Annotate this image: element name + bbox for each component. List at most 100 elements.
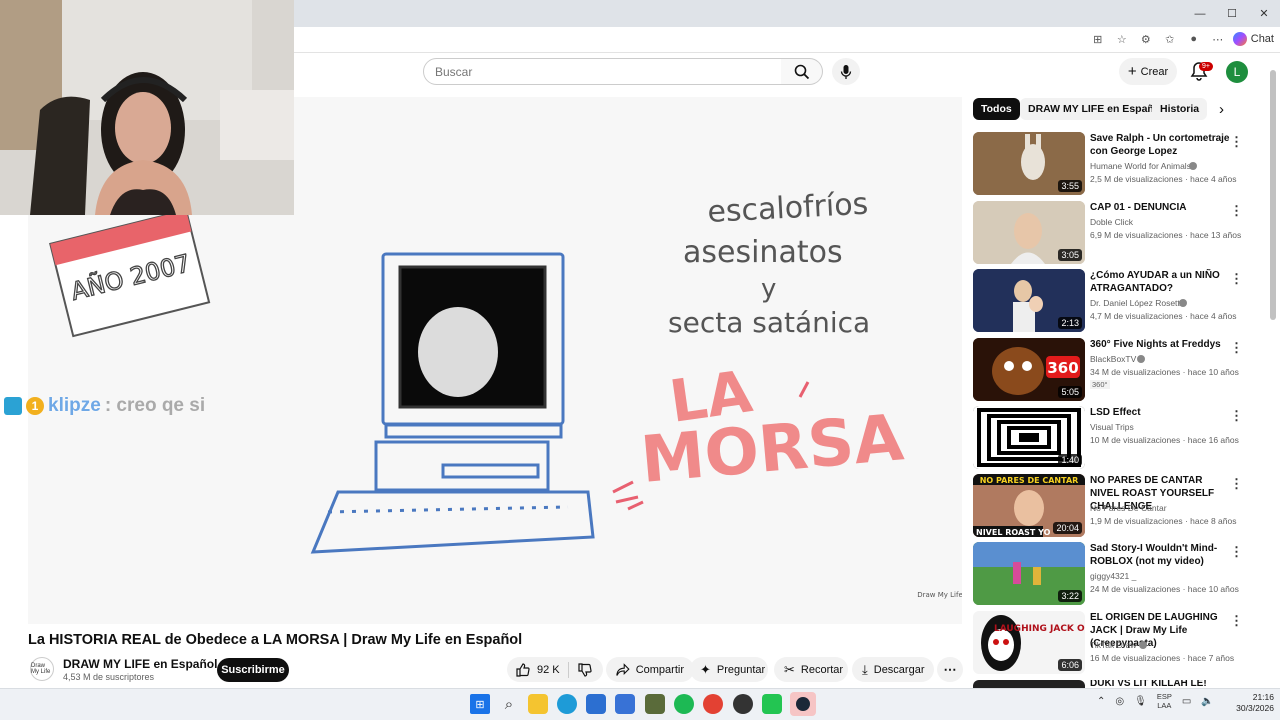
- channel-name[interactable]: giggy4321 _: [1090, 571, 1136, 581]
- chat-message: : creo qe si: [104, 395, 206, 416]
- notifications-badge: 9+: [1199, 62, 1213, 71]
- favorite-star-icon[interactable]: ☆: [1113, 30, 1131, 48]
- outlook-icon[interactable]: [615, 694, 635, 714]
- like-button[interactable]: 92 K: [515, 662, 560, 678]
- extensions-icon[interactable]: ⚙: [1137, 30, 1155, 48]
- obs-icon[interactable]: [733, 694, 753, 714]
- recommendation-item[interactable]: 3:22 Sad Story-I Wouldn't Mind-ROBLOX (n…: [973, 542, 1247, 606]
- green-app-icon[interactable]: [762, 694, 782, 714]
- recommendation-item[interactable]: 3:55 Save Ralph - Un cortometraje con Ge…: [973, 132, 1247, 196]
- file-explorer-icon[interactable]: [528, 694, 548, 714]
- game-app-icon[interactable]: [645, 694, 665, 714]
- channel-name[interactable]: Visual Trips: [1090, 422, 1134, 432]
- duration-badge: 6:06: [1058, 659, 1082, 671]
- steam-icon[interactable]: [790, 692, 816, 716]
- verified-icon: [1139, 641, 1147, 649]
- channel-avatar[interactable]: Draw My Life: [30, 657, 54, 681]
- search-button[interactable]: [781, 58, 823, 85]
- video-thumbnail[interactable]: 360 5:05: [973, 338, 1085, 401]
- minimize-button[interactable]: —: [1184, 0, 1216, 27]
- thumbs-down-icon[interactable]: [577, 662, 593, 678]
- channel-name[interactable]: No Pares De Cantar: [1090, 503, 1167, 513]
- recommendation-item[interactable]: 2:13 ¿Cómo AYUDAR a un NIÑO ATRAGANTADO?…: [973, 269, 1247, 333]
- taskbar-clock[interactable]: 21:16 30/3/2026: [1224, 692, 1274, 714]
- partial-video-title[interactable]: DUKI VS LIT KILLAH LE!: [1090, 680, 1207, 688]
- svg-text:NO PARES DE CANTAR: NO PARES DE CANTAR: [980, 476, 1079, 485]
- scrollbar-thumb[interactable]: [1270, 70, 1276, 320]
- handwriting-line2: asesinatos: [683, 235, 843, 270]
- clip-button[interactable]: ✂ Recortar: [774, 657, 848, 682]
- video-title: La HISTORIA REAL de Obedece a LA MORSA |…: [28, 632, 523, 648]
- more-vert-icon[interactable]: ⋮: [1230, 408, 1243, 424]
- channel-name[interactable]: Humane World for Animals: [1090, 161, 1191, 171]
- split-screen-icon[interactable]: ⊞: [1089, 30, 1107, 48]
- video-thumbnail[interactable]: 2:13: [973, 269, 1085, 332]
- video-thumbnail[interactable]: LAUGHING JACK ORIGEN 6:06: [973, 611, 1085, 674]
- video-thumbnail[interactable]: 3:22: [973, 542, 1085, 605]
- more-actions-button[interactable]: ⋯: [937, 657, 963, 682]
- recommendation-item[interactable]: 360 5:05 360° Five Nights at Freddys Bla…: [973, 338, 1247, 402]
- video-title[interactable]: ¿Cómo AYUDAR a un NIÑO ATRAGANTADO?: [1090, 269, 1230, 295]
- more-vert-icon[interactable]: ⋮: [1230, 134, 1243, 150]
- more-vert-icon[interactable]: ⋮: [1230, 203, 1243, 219]
- recommendation-item[interactable]: 3:05 CAP 01 - DENUNCIA Doble Click 6,9 M…: [973, 201, 1247, 265]
- profile-icon[interactable]: ●: [1185, 30, 1203, 48]
- more-vert-icon[interactable]: ⋮: [1230, 544, 1243, 560]
- share-button[interactable]: Compartir: [606, 657, 694, 682]
- channel-name[interactable]: Dr. Daniel López Rosetti: [1090, 298, 1182, 308]
- maximize-button[interactable]: ☐: [1216, 0, 1248, 27]
- verified-icon: [1179, 299, 1187, 307]
- microphone-tray-icon[interactable]: 🎙: [1134, 696, 1147, 707]
- video-title[interactable]: 360° Five Nights at Freddys: [1090, 338, 1230, 351]
- more-vert-icon[interactable]: ⋮: [1230, 271, 1243, 287]
- video-thumbnail[interactable]: 3:55: [973, 132, 1085, 195]
- more-options-icon[interactable]: ⋯: [1209, 30, 1227, 48]
- spotify-icon[interactable]: [674, 694, 694, 714]
- video-thumbnail[interactable]: NO PARES DE CANTAR NIVEL ROAST YO 20:04: [973, 474, 1085, 537]
- edge-browser-icon[interactable]: [557, 694, 577, 714]
- language-indicator[interactable]: ESP LAA: [1157, 692, 1172, 710]
- search-input[interactable]: Buscar: [423, 58, 782, 85]
- windows-start-icon[interactable]: ⊞: [470, 694, 490, 714]
- download-button[interactable]: ⤓ Descargar: [852, 657, 934, 682]
- video-thumbnail[interactable]: 3:05: [973, 201, 1085, 264]
- chevron-up-icon[interactable]: ⌃: [1097, 696, 1105, 707]
- video-title[interactable]: Sad Story-I Wouldn't Mind-ROBLOX (not my…: [1090, 542, 1230, 568]
- avatar[interactable]: L: [1226, 61, 1248, 83]
- more-icon: ⋯: [943, 661, 957, 677]
- ask-button[interactable]: ✦ Preguntar: [690, 657, 768, 682]
- volume-icon[interactable]: 🔈: [1201, 696, 1213, 707]
- more-vert-icon[interactable]: ⋮: [1230, 613, 1243, 629]
- voice-search-button[interactable]: [832, 58, 860, 85]
- create-button[interactable]: + Crear: [1119, 58, 1177, 85]
- video-title[interactable]: LSD Effect: [1090, 406, 1230, 419]
- store-icon[interactable]: [586, 694, 606, 714]
- calendar-drawing: AÑO 2007: [49, 208, 211, 338]
- search-icon[interactable]: ⌕: [499, 694, 519, 714]
- chip-history[interactable]: Historia: [1152, 98, 1208, 120]
- partial-thumbnail[interactable]: [973, 680, 1085, 688]
- video-meta: 34 M de visualizaciones · hace 10 años: [1090, 367, 1239, 377]
- chrome-icon[interactable]: [703, 694, 723, 714]
- display-icon[interactable]: ▭: [1182, 696, 1191, 707]
- close-button[interactable]: ✕: [1248, 0, 1280, 27]
- channel-name[interactable]: TikTak Draw: [1090, 640, 1136, 650]
- recommendation-item[interactable]: LAUGHING JACK ORIGEN 6:06 EL ORIGEN DE L…: [973, 611, 1247, 675]
- video-title[interactable]: CAP 01 - DENUNCIA: [1090, 201, 1230, 214]
- video-title[interactable]: Save Ralph - Un cortometraje con George …: [1090, 132, 1230, 158]
- chip-all[interactable]: Todos: [973, 98, 1020, 120]
- channel-name[interactable]: DRAW MY LIFE en Español: [63, 657, 231, 671]
- subscribe-button[interactable]: Suscribirme: [217, 658, 289, 682]
- channel-name[interactable]: Doble Click: [1090, 217, 1133, 227]
- recommendation-item[interactable]: NO PARES DE CANTAR NIVEL ROAST YO 20:04 N…: [973, 474, 1247, 538]
- channel-name[interactable]: BlackBoxTV: [1090, 354, 1136, 364]
- network-icon[interactable]: ◎: [1115, 696, 1124, 707]
- chevron-right-icon[interactable]: ›: [1219, 101, 1224, 118]
- copilot-chat-button[interactable]: Chat: [1232, 32, 1274, 46]
- more-vert-icon[interactable]: ⋮: [1230, 476, 1243, 492]
- recommendation-item[interactable]: 1:40 LSD Effect Visual Trips 10 M de vis…: [973, 406, 1247, 470]
- favorites-icon[interactable]: ✩: [1161, 30, 1179, 48]
- chip-channel[interactable]: DRAW MY LIFE en Español: [1020, 98, 1172, 120]
- more-vert-icon[interactable]: ⋮: [1230, 340, 1243, 356]
- video-thumbnail[interactable]: 1:40: [973, 406, 1085, 469]
